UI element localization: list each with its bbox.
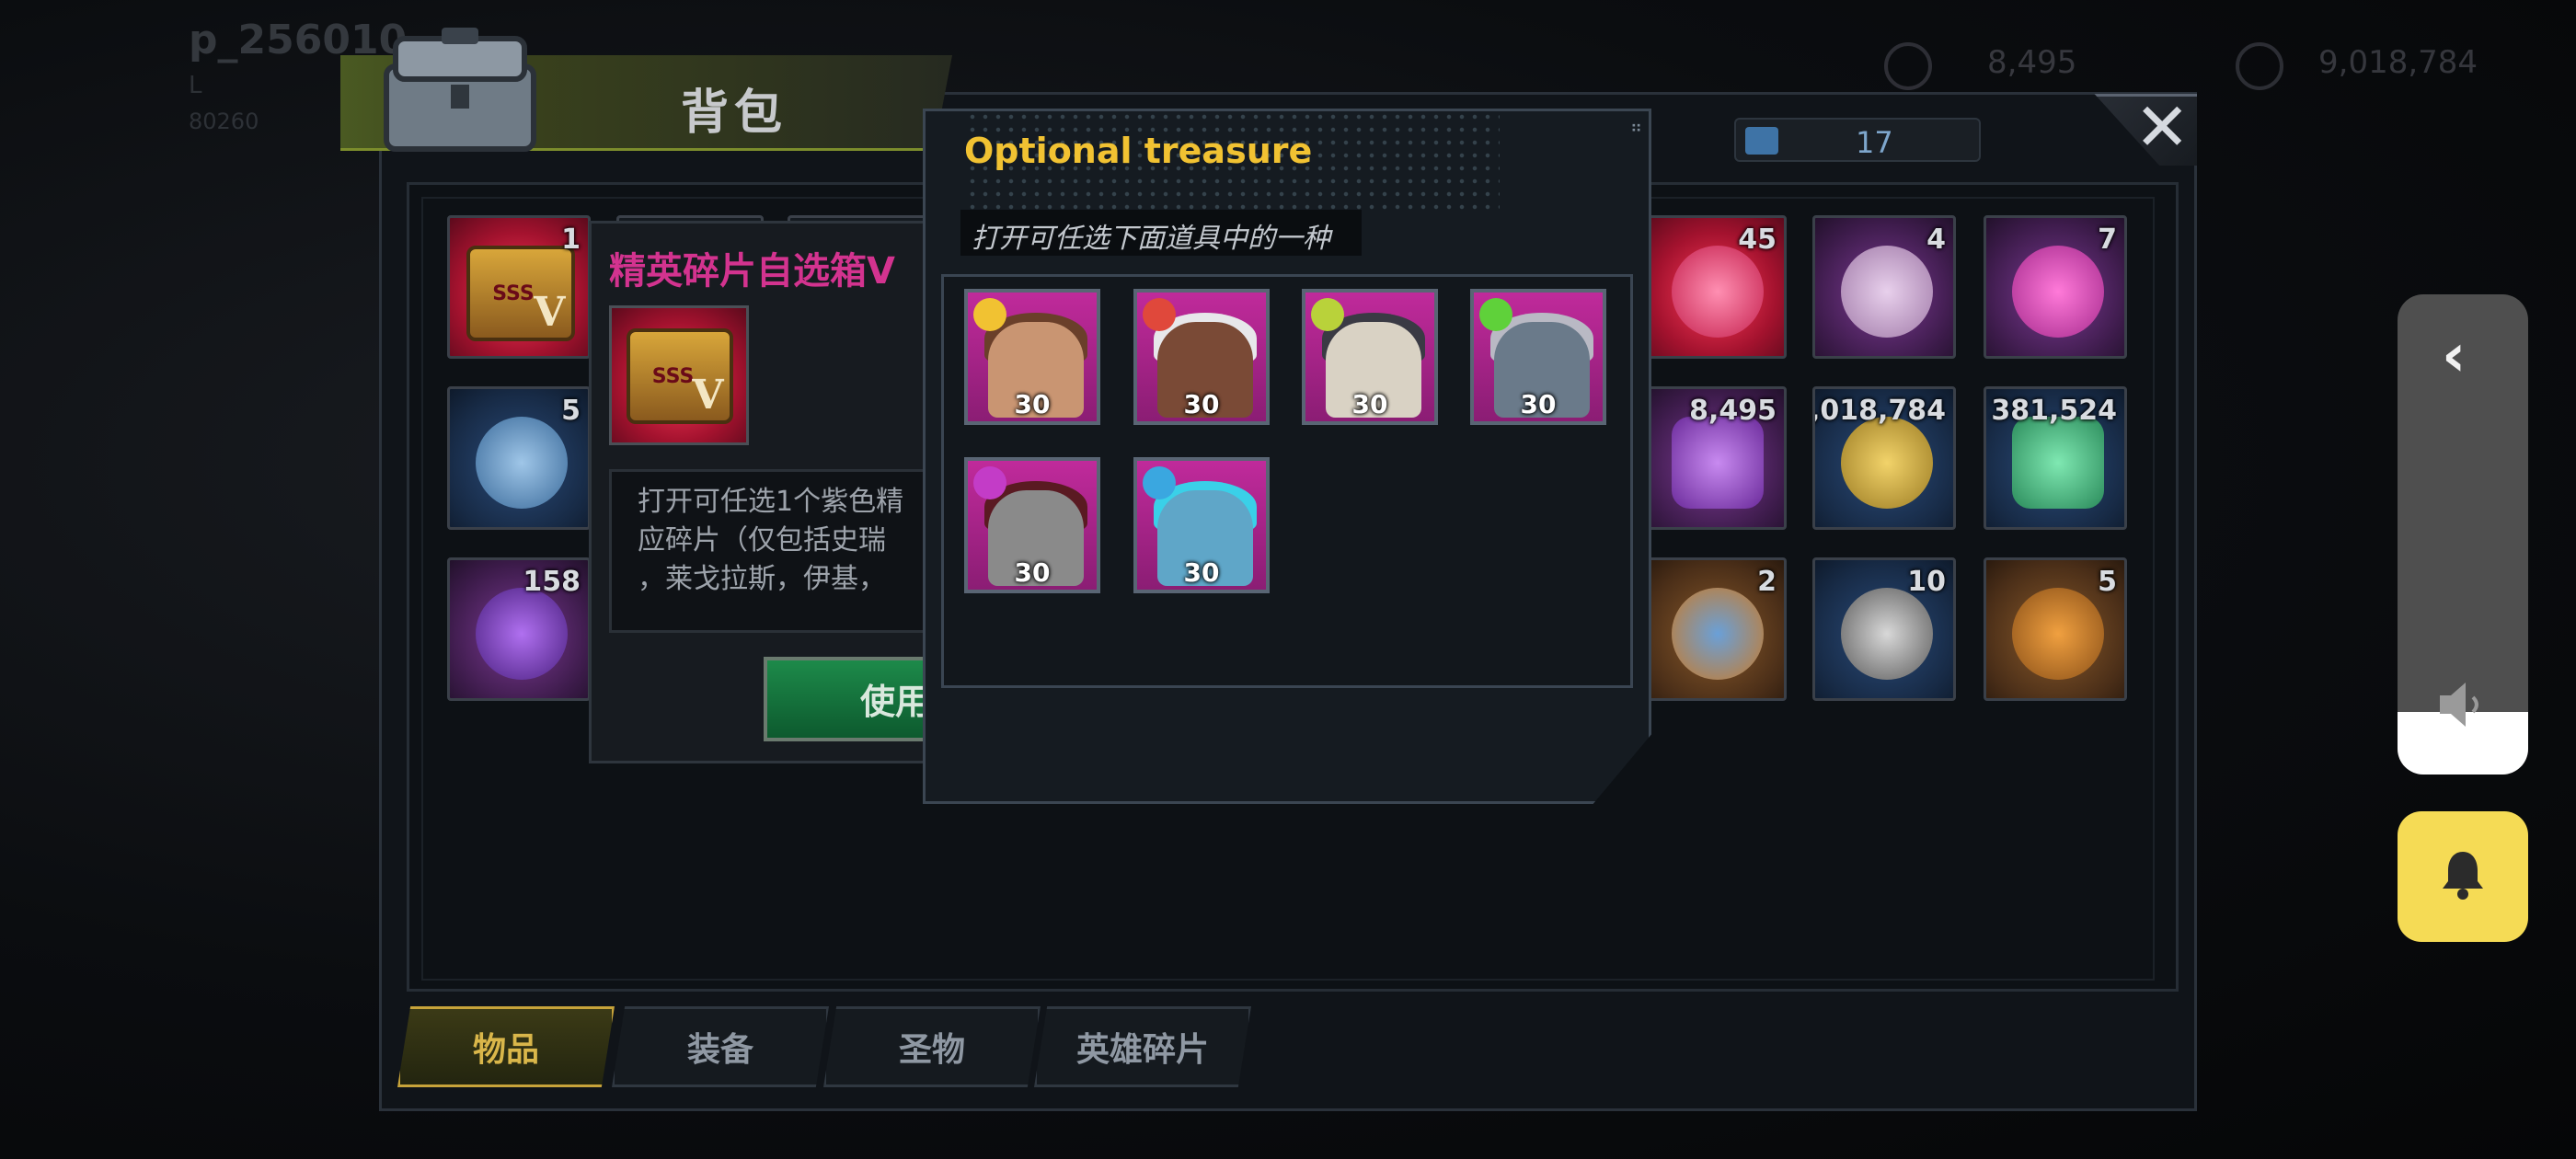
hero-shard-card[interactable]: 30: [1302, 289, 1438, 425]
popup-subtitle: 打开可任选下面道具中的一种: [960, 210, 1362, 256]
item-detail-title: 精英碎片自选箱V: [609, 250, 895, 293]
item-detail-icon: SSS V: [609, 305, 749, 445]
inventory-slot[interactable]: 158: [447, 557, 591, 701]
class-badge-icon: [1311, 298, 1344, 331]
storage-icon: [1745, 127, 1778, 155]
item-count: 381,524: [1991, 395, 2117, 427]
tab-items-label[interactable]: 物品: [397, 1023, 615, 1071]
chest-item-icon: SSS V: [627, 328, 733, 424]
inventory-slot[interactable]: 7: [1984, 215, 2127, 359]
class-badge-icon: [1143, 466, 1176, 499]
shard-count: 30: [1183, 389, 1220, 419]
hero-shard-card[interactable]: 30: [1133, 457, 1270, 593]
chest-icon: [384, 28, 536, 152]
item-count: 8,495: [1689, 395, 1777, 427]
item-count: 158: [523, 566, 581, 598]
inventory-slot[interactable]: 2: [1643, 557, 1787, 701]
class-badge-icon: [973, 298, 1006, 331]
tab-hero-shards-label[interactable]: 英雄碎片: [1034, 1023, 1251, 1071]
class-badge-icon: [973, 466, 1006, 499]
bottlecap-icon: [1672, 246, 1764, 338]
chevron-left-icon[interactable]: ‹: [2442, 322, 2466, 390]
hero-shard-card[interactable]: 30: [1133, 289, 1270, 425]
capacity-value: 17: [1856, 125, 1893, 160]
gear-badge-icon: [1672, 588, 1764, 680]
popup-title: Optional treasure: [964, 131, 1313, 171]
shard-count: 30: [1014, 557, 1051, 588]
item-count: 4: [1926, 224, 1946, 256]
hero-shard-card[interactable]: 30: [964, 457, 1100, 593]
chest-item-icon: SSS V: [466, 246, 575, 341]
item-count: 5: [2098, 566, 2117, 598]
inventory-slot[interactable]: 45: [1643, 215, 1787, 359]
inventory-slot[interactable]: 8,495: [1643, 386, 1787, 530]
lightning-coin-icon: [1841, 588, 1933, 680]
film-reel-icon: [1841, 246, 1933, 338]
inventory-slot[interactable]: 381,524: [1984, 386, 2127, 530]
police-badge-icon: [476, 417, 568, 509]
shard-count: 30: [1520, 389, 1557, 419]
inventory-slot[interactable]: 5: [1984, 557, 2127, 701]
bottlecap-icon: [2012, 246, 2104, 338]
gold-coins-icon: [1841, 417, 1933, 509]
hero-shard-card[interactable]: 30: [964, 289, 1100, 425]
speaker-icon[interactable]: [2436, 675, 2488, 734]
shard-count: 30: [1351, 389, 1388, 419]
bell-icon[interactable]: [2440, 848, 2486, 901]
hud-gems: 8,495: [1987, 44, 2077, 81]
tab-relics-label[interactable]: 圣物: [823, 1023, 1041, 1071]
item-count: 9,018,784: [1815, 395, 1946, 427]
shard-count: 30: [1014, 389, 1051, 419]
coin-icon: [2236, 42, 2283, 90]
player-level: L: [189, 72, 202, 99]
soda-can-icon: [2012, 417, 2104, 509]
shard-count: 30: [1183, 557, 1220, 588]
capacity-indicator: 17: [1734, 118, 1981, 162]
inventory-slot[interactable]: 5: [447, 386, 591, 530]
gem-icon: [1884, 42, 1932, 90]
inventory-slot[interactable]: 4: [1812, 215, 1956, 359]
item-count: 1: [561, 224, 581, 256]
inventory-slot[interactable]: SSS V 1: [447, 215, 591, 359]
close-icon[interactable]: ✕: [2134, 88, 2190, 166]
inventory-slot[interactable]: 9,018,784: [1812, 386, 1956, 530]
item-count: 45: [1738, 224, 1777, 256]
tab-equipment-label[interactable]: 装备: [612, 1023, 829, 1071]
hud-coins: 9,018,784: [2318, 44, 2478, 81]
use-button-label[interactable]: 使用: [860, 673, 930, 724]
inventory-slot[interactable]: 10: [1812, 557, 1956, 701]
orb-icon: [476, 588, 568, 680]
game-screen: p_256010 L 80260 8,495 9,018,784 背包 ✕ 17…: [0, 0, 2576, 1159]
item-count: 10: [1907, 566, 1946, 598]
hero-shard-card[interactable]: 30: [1470, 289, 1606, 425]
bag-title: 背包: [681, 86, 788, 141]
dots-icon: ⠶: [1630, 118, 1643, 137]
player-uid: 80260: [189, 109, 259, 134]
bronze-coins-icon: [2012, 588, 2104, 680]
item-count: 7: [2098, 224, 2117, 256]
class-badge-icon: [1479, 298, 1512, 331]
item-count: 2: [1757, 566, 1777, 598]
class-badge-icon: [1143, 298, 1176, 331]
item-count: 5: [561, 395, 581, 427]
gem-icon: [1672, 417, 1764, 509]
